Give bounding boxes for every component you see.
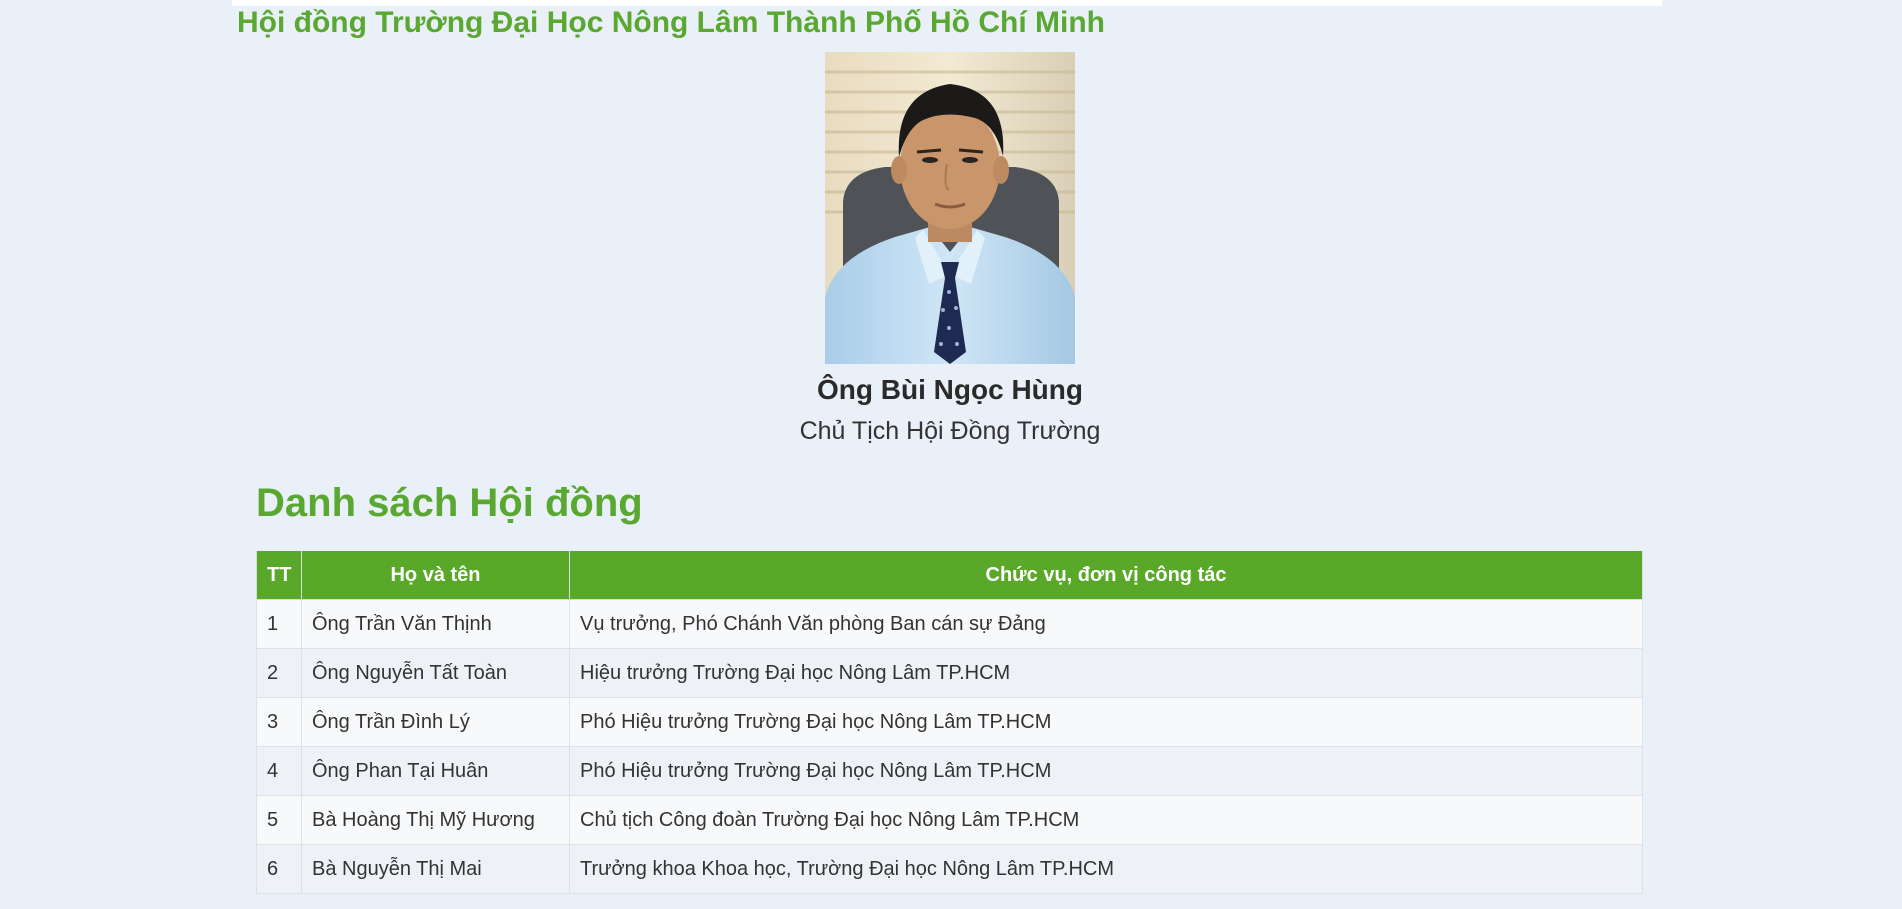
member-position: Chủ tịch Công đoàn Trường Đại học Nông L… [569,795,1643,845]
column-header-tt: TT [256,551,302,600]
member-name: Ông Trần Văn Thịnh [301,599,570,649]
table-row: 2 Ông Nguyễn Tất Toàn Hiệu trưởng Trường… [256,648,1643,698]
member-position: Hiệu trưởng Trường Đại học Nông Lâm TP.H… [569,648,1643,698]
chairman-name: Ông Bùi Ngọc Hùng [817,374,1083,405]
table-row: 1 Ông Trần Văn Thịnh Vụ trưởng, Phó Chán… [256,599,1643,649]
table-row: 5 Bà Hoàng Thị Mỹ Hương Chủ tịch Công đo… [256,795,1643,845]
table-row: 3 Ông Trần Đình Lý Phó Hiệu trưởng Trườn… [256,697,1643,747]
member-name: Ông Phan Tại Huân [301,746,570,796]
row-number: 1 [256,599,302,649]
page-heading: Hội đồng Trường Đại Học Nông Lâm Thành P… [237,6,1105,39]
row-number: 5 [256,795,302,845]
row-number: 2 [256,648,302,698]
member-position: Trưởng khoa Khoa học, Trường Đại học Nôn… [569,844,1643,894]
member-name: Bà Hoàng Thị Mỹ Hương [301,795,570,845]
row-number: 4 [256,746,302,796]
member-name: Ông Nguyễn Tất Toàn [301,648,570,698]
chairman-title: Chủ Tịch Hội Đồng Trường [799,417,1101,445]
council-table: TT Họ và tên Chức vụ, đơn vị công tác 1 … [256,551,1643,894]
row-number: 3 [256,697,302,747]
column-header-name: Họ và tên [301,551,570,600]
member-position: Phó Hiệu trưởng Trường Đại học Nông Lâm … [569,697,1643,747]
council-list-heading: Danh sách Hội đồng [256,481,643,525]
row-number: 6 [256,844,302,894]
member-name: Bà Nguyễn Thị Mai [301,844,570,894]
table-header-row: TT Họ và tên Chức vụ, đơn vị công tác [256,551,1643,600]
column-header-position: Chức vụ, đơn vị công tác [569,551,1643,600]
chairman-photo [825,52,1075,364]
member-name: Ông Trần Đình Lý [301,697,570,747]
member-position: Vụ trưởng, Phó Chánh Văn phòng Ban cán s… [569,599,1643,649]
table-row: 4 Ông Phan Tại Huân Phó Hiệu trưởng Trườ… [256,746,1643,796]
member-position: Phó Hiệu trưởng Trường Đại học Nông Lâm … [569,746,1643,796]
table-row: 6 Bà Nguyễn Thị Mai Trưởng khoa Khoa học… [256,844,1643,894]
